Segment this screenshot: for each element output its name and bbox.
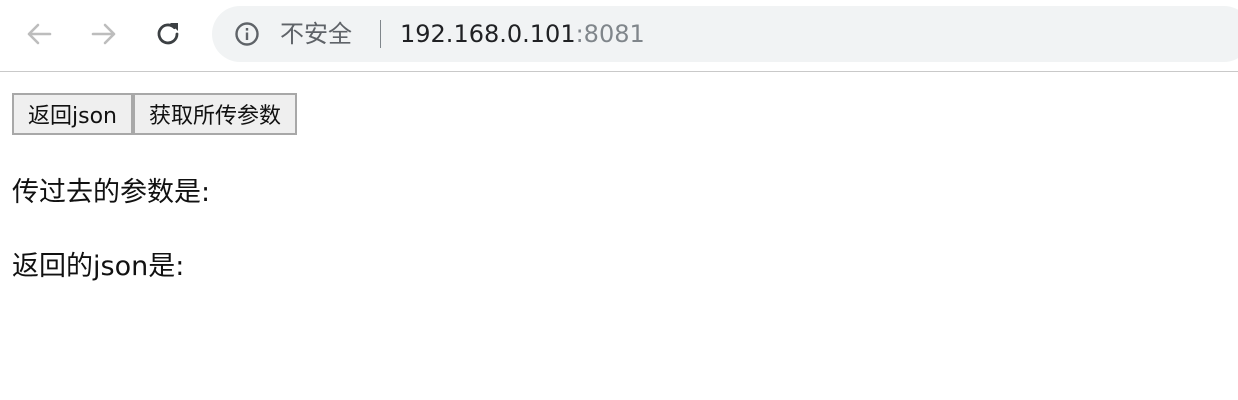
forward-button[interactable]: [84, 14, 124, 54]
url-port: :8081: [575, 20, 645, 48]
info-icon[interactable]: [234, 21, 260, 47]
security-label[interactable]: 不安全: [280, 19, 352, 49]
button-row: 返回json 获取所传参数: [12, 93, 297, 135]
return-json-button[interactable]: 返回json: [12, 93, 133, 135]
url-text[interactable]: 192.168.0.101:8081: [400, 19, 645, 49]
back-button[interactable]: [19, 14, 59, 54]
reload-icon: [157, 23, 179, 45]
params-label: 传过去的参数是:: [12, 177, 211, 208]
browser-toolbar: 不安全 192.168.0.101:8081: [0, 0, 1238, 72]
address-bar[interactable]: 不安全 192.168.0.101:8081: [212, 6, 1238, 62]
page-content: 返回json 获取所传参数 传过去的参数是: 返回的json是:: [12, 93, 297, 282]
get-params-button[interactable]: 获取所传参数: [132, 93, 297, 135]
url-host: 192.168.0.101: [400, 20, 576, 48]
json-label: 返回的json是:: [12, 251, 185, 282]
arrow-left-icon: [27, 23, 52, 45]
reload-button[interactable]: [148, 14, 188, 54]
arrow-right-icon: [91, 23, 116, 45]
omnibox-divider: [380, 20, 381, 48]
